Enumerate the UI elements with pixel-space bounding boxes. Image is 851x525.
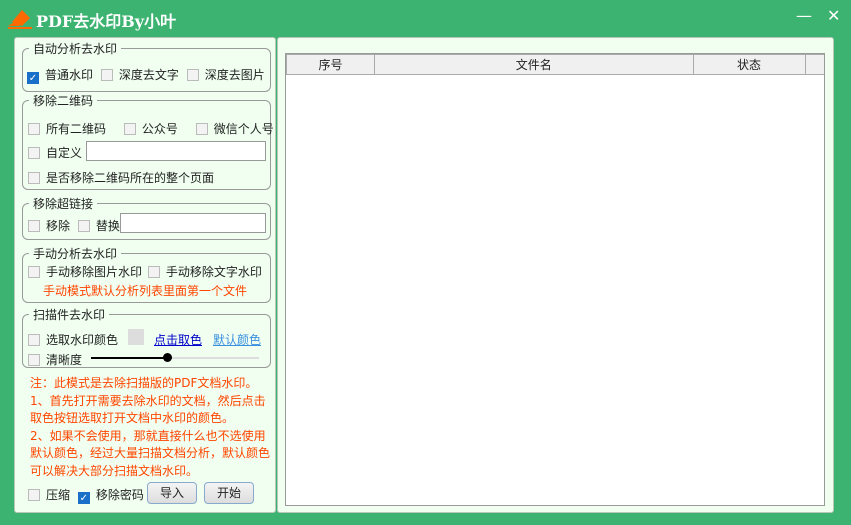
replace-link-label: 替换	[95, 219, 120, 233]
all-qr-label: 所有二维码	[46, 122, 107, 136]
start-button[interactable]: 开始	[204, 482, 254, 504]
normal-checkbox[interactable]: ✓	[27, 72, 39, 84]
note-line: 1、首先打开需要去除水印的文档，然后点击取色按钮选取打开文档中水印的颜色。	[30, 393, 266, 426]
scan-group: 扫描件去水印 选取水印颜色 点击取色 默认颜色 清晰度	[22, 306, 271, 368]
official-checkbox[interactable]	[123, 123, 136, 135]
manual-image-label: 手动移除图片水印	[46, 265, 143, 279]
manual-image-checkbox[interactable]	[28, 266, 40, 278]
compress-checkbox[interactable]	[28, 489, 40, 501]
qr-group: 移除二维码 所有二维码 公众号 微信个人号 自定义 是否移除二维码所在的整个页面	[22, 92, 274, 190]
wechat-label: 微信个人号	[213, 122, 274, 136]
auto-legend: 自动分析去水印	[29, 40, 122, 57]
window-title: PDF去水印By小叶	[36, 12, 177, 31]
whole-page-label: 是否移除二维码所在的整个页面	[46, 171, 215, 185]
click-pick-link[interactable]: 点击取色	[154, 331, 202, 348]
deep-image-checkbox[interactable]	[186, 69, 199, 81]
link-group: 移除超链接 移除 替换	[22, 195, 271, 240]
replace-link-checkbox[interactable]	[77, 220, 90, 232]
clarity-slider[interactable]	[91, 353, 259, 362]
deep-image-label: 深度去图片	[204, 68, 265, 82]
file-list[interactable]: 序号 文件名 状态	[285, 53, 825, 506]
color-swatch	[128, 329, 144, 345]
column-filename[interactable]: 文件名	[373, 54, 694, 75]
default-color-link[interactable]: 默认颜色	[213, 331, 261, 348]
deep-text-label: 深度去文字	[118, 68, 179, 82]
pick-color-label: 选取水印颜色	[46, 333, 119, 347]
column-status[interactable]: 状态	[692, 54, 806, 75]
deep-text-checkbox[interactable]	[100, 69, 113, 81]
wechat-checkbox[interactable]	[195, 123, 208, 135]
close-button[interactable]: ✕	[827, 6, 840, 25]
custom-label: 自定义	[46, 146, 83, 160]
official-label: 公众号	[141, 122, 178, 136]
scan-legend: 扫描件去水印	[29, 306, 110, 323]
table-header: 序号 文件名 状态	[286, 54, 824, 75]
app-logo-icon	[8, 10, 32, 29]
whole-page-checkbox[interactable]	[28, 172, 40, 184]
clarity-slider-thumb[interactable]	[162, 353, 172, 362]
custom-checkbox[interactable]	[28, 147, 40, 159]
note-line: 2、如果不会使用，那就直接什么也不选使用默认颜色，经过大量扫描文档分析，默认颜色…	[30, 428, 271, 478]
normal-label: 普通水印	[45, 68, 94, 82]
minimize-button[interactable]: —	[796, 6, 812, 25]
clarity-slider-fill	[91, 357, 167, 359]
link-legend: 移除超链接	[29, 195, 98, 212]
manual-legend: 手动分析去水印	[29, 245, 122, 262]
column-filler	[804, 54, 824, 75]
compress-label: 压缩	[46, 488, 71, 502]
remove-link-checkbox[interactable]	[28, 220, 40, 232]
clarity-label: 清晰度	[46, 353, 83, 367]
pick-color-checkbox[interactable]	[28, 334, 40, 346]
remove-password-label: 移除密码	[95, 488, 144, 502]
remove-link-label: 移除	[46, 219, 71, 233]
column-index[interactable]: 序号	[286, 54, 375, 75]
scan-notes: 注：此模式是去除扫描版的PDF文档水印。 1、首先打开需要去除水印的文档，然后点…	[30, 375, 270, 480]
clarity-checkbox[interactable]	[28, 354, 40, 366]
remove-password-checkbox[interactable]: ✓	[77, 492, 90, 504]
qr-legend: 移除二维码	[29, 92, 98, 109]
import-button[interactable]: 导入	[147, 482, 197, 504]
custom-input[interactable]	[86, 141, 266, 161]
replace-input[interactable]	[120, 213, 266, 233]
manual-hint: 手动模式默认分析列表里面第一个文件	[43, 284, 248, 298]
manual-text-checkbox[interactable]	[147, 266, 160, 278]
manual-group: 手动分析去水印 手动移除图片水印 手动移除文字水印 手动模式默认分析列表里面第一…	[22, 245, 271, 303]
all-qr-checkbox[interactable]	[28, 123, 40, 135]
note-line: 注：此模式是去除扫描版的PDF文档水印。	[30, 376, 258, 390]
manual-text-label: 手动移除文字水印	[165, 265, 262, 279]
auto-group: 自动分析去水印 ✓ 普通水印 深度去文字 深度去图片	[22, 40, 271, 92]
